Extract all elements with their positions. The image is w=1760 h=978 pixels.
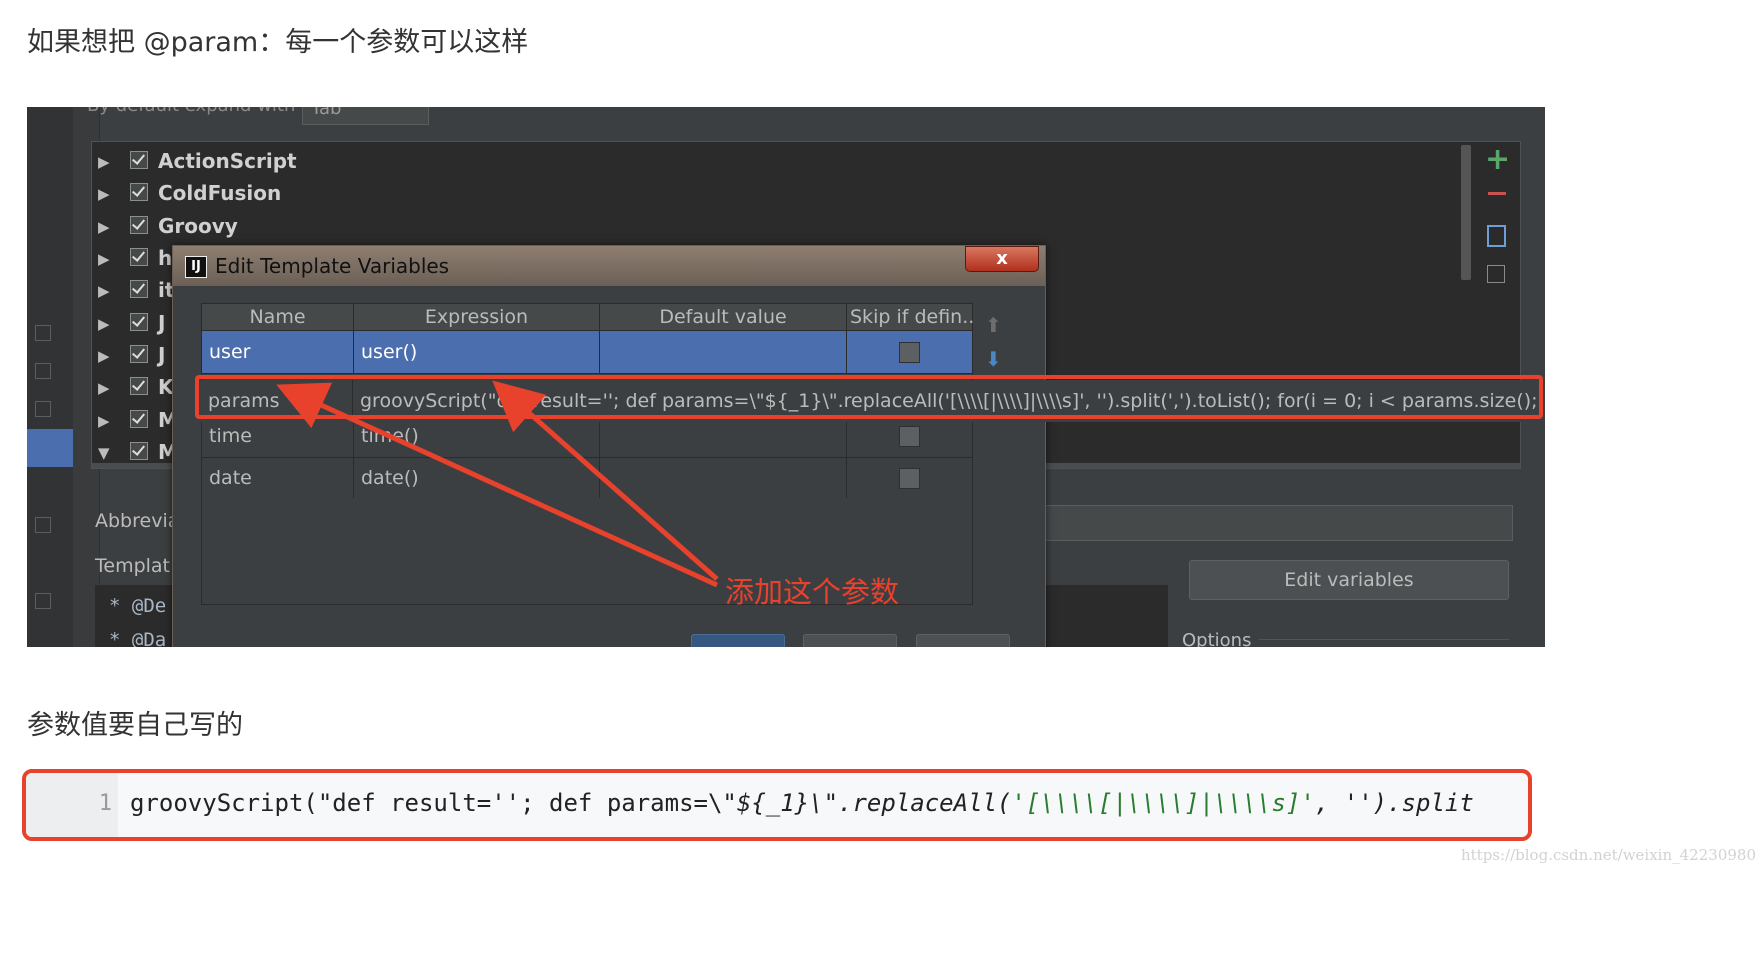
edit-variables-button[interactable]: Edit variables: [1189, 560, 1509, 600]
table-row[interactable]: date date(): [202, 457, 972, 500]
move-up-icon[interactable]: ⬆: [985, 313, 1002, 337]
column-header-skip[interactable]: Skip if defin...: [847, 304, 974, 330]
expand-arrow-icon[interactable]: ▶: [98, 412, 110, 430]
checkbox[interactable]: [130, 442, 148, 460]
ide-screenshot: By default expand with Tab ▶ ActionScript…: [27, 107, 1545, 647]
expand-arrow-icon[interactable]: ▶: [98, 379, 110, 397]
expand-with-combo[interactable]: Tab: [302, 107, 429, 125]
row-move-controls: ⬆ ⬇: [981, 303, 1007, 603]
expand-arrow-icon[interactable]: ▶: [98, 282, 110, 300]
note-paragraph: 参数值要自己写的: [27, 710, 243, 741]
checkbox[interactable]: [130, 313, 148, 331]
code-segment: ${_1}\".replaceAll(: [736, 789, 1012, 817]
line-number: 1: [98, 791, 112, 816]
cell-default: [600, 457, 847, 499]
checkbox[interactable]: [130, 280, 148, 298]
edit-template-variables-dialog: IJ Edit Template Variables x Name Expres…: [172, 245, 1046, 647]
column-header-expression[interactable]: Expression: [354, 304, 600, 330]
code-block: 1 groovyScript("def result=''; def param…: [22, 769, 1532, 841]
template-line: * @De: [109, 595, 167, 617]
tree-toolbar: +: [1477, 137, 1517, 297]
code-line[interactable]: groovyScript("def result=''; def params=…: [130, 789, 1474, 817]
tree-item-label: ColdFusion: [158, 181, 282, 205]
cell-name: date: [202, 457, 354, 499]
checkbox[interactable]: [130, 377, 148, 395]
close-icon[interactable]: x: [965, 246, 1039, 272]
cell-name: user: [202, 331, 354, 373]
intro-paragraph: 如果想把 @param：每一个参数可以这样: [27, 27, 529, 58]
checkbox[interactable]: [130, 151, 148, 169]
cell-expression: user(): [354, 331, 600, 373]
expand-arrow-icon[interactable]: ▶: [98, 185, 110, 203]
table-row[interactable]: user user(): [202, 331, 972, 374]
tree-item-label: J: [158, 311, 166, 335]
options-label: Options: [1182, 630, 1252, 647]
abbreviation-label: Abbrevia: [95, 510, 180, 532]
ide-gutter: [27, 107, 74, 647]
highlight-box: [195, 375, 1543, 419]
expand-with-label: By default expand with: [87, 107, 295, 116]
skip-checkbox[interactable]: [899, 342, 920, 363]
expand-arrow-icon[interactable]: ▶: [98, 347, 110, 365]
copy-icon[interactable]: [1487, 225, 1506, 247]
table-header: Name Expression Default value Skip if de…: [202, 304, 974, 331]
tree-item-label: h: [158, 246, 173, 270]
column-header-name[interactable]: Name: [202, 304, 354, 330]
code-segment: groovyScript("def result=''; def params=…: [130, 789, 737, 817]
expand-arrow-icon[interactable]: ▶: [98, 218, 110, 236]
plus-icon[interactable]: +: [1485, 145, 1510, 175]
tree-item-label: ActionScript: [158, 149, 297, 173]
skip-checkbox[interactable]: [899, 468, 920, 489]
column-header-default[interactable]: Default value: [600, 304, 847, 330]
code-segment: , '').split: [1314, 789, 1474, 817]
tree-item[interactable]: ▶ ActionScript: [92, 147, 1520, 179]
options-divider: [1259, 639, 1509, 640]
template-line: * @Da: [109, 629, 167, 647]
expand-arrow-icon[interactable]: ▶: [98, 250, 110, 268]
checkbox[interactable]: [130, 248, 148, 266]
dialog-title: Edit Template Variables: [215, 254, 450, 278]
expand-arrow-icon[interactable]: ▶: [98, 315, 110, 333]
variables-table: Name Expression Default value Skip if de…: [201, 303, 974, 605]
tree-vertical-scrollbar[interactable]: [1461, 145, 1471, 280]
gutter-icon: [35, 325, 51, 341]
cancel-button[interactable]: [803, 634, 897, 647]
checkbox[interactable]: [130, 183, 148, 201]
help-button[interactable]: [916, 634, 1010, 647]
gutter-selection: [27, 429, 73, 467]
tree-item-label: Groovy: [158, 214, 238, 238]
checkbox[interactable]: [130, 410, 148, 428]
expand-arrow-icon[interactable]: ▶: [98, 153, 110, 171]
gutter-icon: [35, 517, 51, 533]
abbreviation-input[interactable]: [1027, 505, 1513, 541]
cell-expression: date(): [354, 457, 600, 499]
gutter-icon: [35, 401, 51, 417]
ok-button[interactable]: [691, 634, 785, 647]
code-gutter: 1: [26, 773, 118, 837]
expand-with-value: Tab: [311, 107, 342, 119]
checkbox[interactable]: [130, 216, 148, 234]
collapse-arrow-icon[interactable]: ▼: [98, 444, 110, 462]
tree-item[interactable]: ▶ Groovy: [92, 212, 1520, 244]
watermark: https://blog.csdn.net/weixin_42230980: [1460, 846, 1756, 864]
code-string-segment: '[\\\\[|\\\\]|\\\\s]': [1011, 789, 1315, 817]
tree-item[interactable]: ▶ ColdFusion: [92, 179, 1520, 211]
minus-icon[interactable]: [1488, 192, 1506, 195]
tree-item-label: J: [158, 343, 166, 367]
annotation-text: 添加这个参数: [725, 575, 900, 609]
skip-checkbox[interactable]: [899, 426, 920, 447]
checkbox[interactable]: [130, 345, 148, 363]
template-text-label: Templat: [95, 555, 171, 577]
gutter-icon: [35, 363, 51, 379]
list-icon[interactable]: [1487, 265, 1505, 283]
dialog-title-bar: IJ Edit Template Variables x: [173, 246, 1045, 286]
cell-default: [600, 331, 847, 373]
intellij-logo-icon: IJ: [185, 256, 207, 278]
move-down-icon[interactable]: ⬇: [985, 347, 1002, 371]
gutter-icon: [35, 593, 51, 609]
